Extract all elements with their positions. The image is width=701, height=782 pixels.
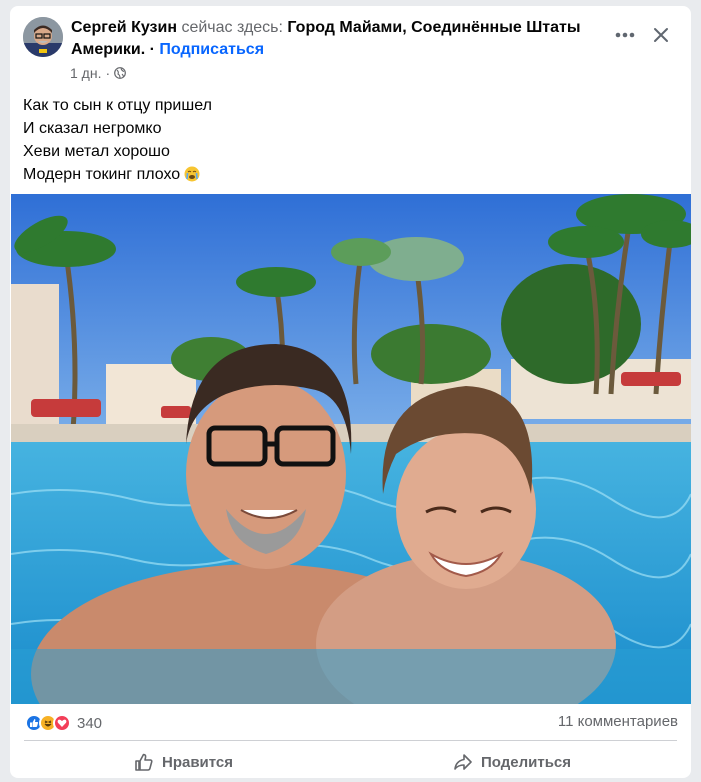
reaction-count: 340 [77,714,103,732]
post-photo[interactable] [11,194,691,704]
author-avatar-image [23,17,63,57]
more-dots-icon [615,32,635,38]
post-line: Модерн токинг плохо [23,166,181,183]
author-name[interactable]: Сергей Кузин [71,19,177,36]
thumbs-up-icon [135,753,153,771]
post-line: Как то сын к отцу пришел [23,97,212,114]
post-line: И сказал негромко [23,120,162,137]
globe-icon [114,67,127,79]
post-meta: 1 дн. · [70,65,127,81]
divider [24,740,677,741]
post-time[interactable]: 1 дн. [70,65,101,81]
share-label: Поделиться [481,753,572,771]
post-card: Сергей Кузин сейчас здесь: Город Майами,… [10,6,691,778]
share-arrow-icon [454,754,472,770]
close-button[interactable] [646,20,676,50]
selfie-in-pool-icon [11,194,691,704]
reactions-summary[interactable]: 340 [25,713,102,733]
meta-separator: · [105,65,111,81]
share-button[interactable]: Поделиться [453,746,571,778]
post-line: Хеви метал хорошо [23,143,170,160]
post-text: Как то сын к отцу пришел И сказал негром… [23,94,673,189]
crying-face-emoji [184,166,200,189]
status-prefix: сейчас здесь: [181,19,283,36]
close-icon [654,28,668,42]
like-label: Нравится [162,753,234,771]
more-options-button[interactable] [610,22,640,48]
love-reaction-icon [53,714,71,732]
avatar[interactable] [23,17,63,57]
follow-button[interactable]: Подписаться [159,41,264,58]
post-header: Сергей Кузин сейчас здесь: Город Майами,… [71,17,601,61]
like-button[interactable]: Нравится [134,746,233,778]
header-separator: . · [140,41,155,58]
comments-count[interactable]: 11 комментариев [558,713,678,730]
